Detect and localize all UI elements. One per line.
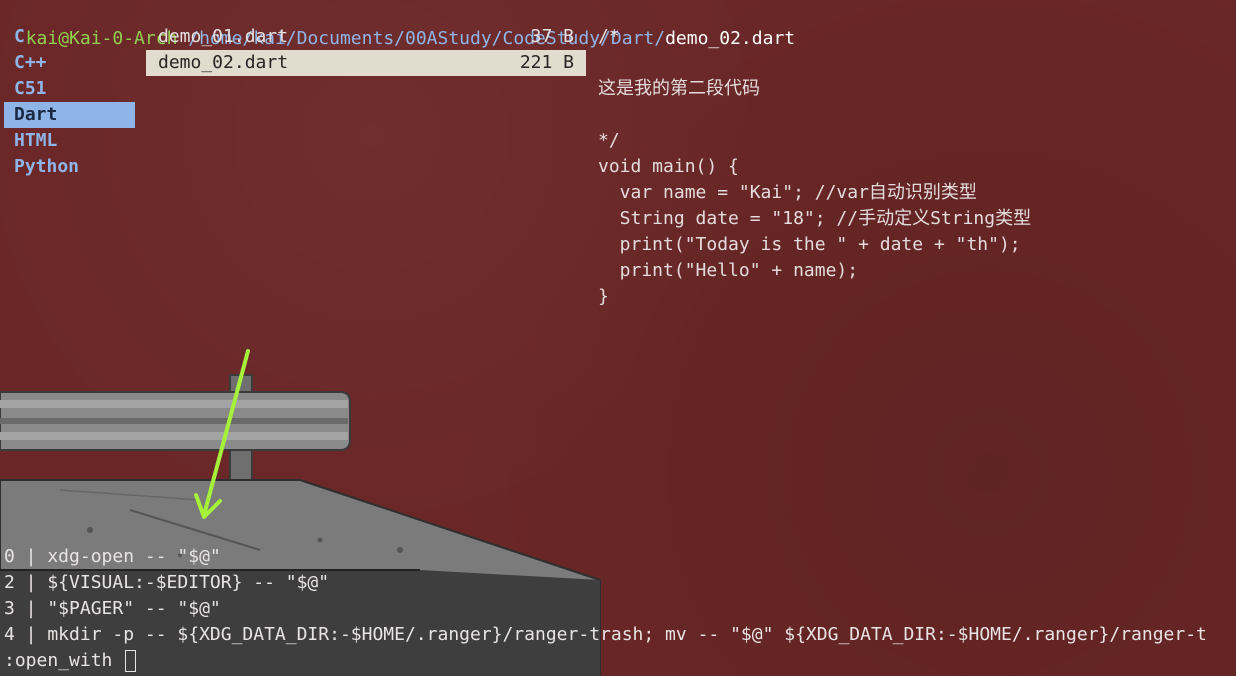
preview-line: print("Hello" + name);	[598, 260, 859, 281]
preview-line: String date = "18"; //手动定义String类型	[598, 208, 1032, 229]
folder-item-c51[interactable]: C51	[4, 76, 135, 102]
file-preview: /* 这是我的第二段代码 */ void main() { var name =…	[598, 24, 1031, 310]
folder-item-html[interactable]: HTML	[4, 128, 135, 154]
preview-line: print("Today is the " + date + "th");	[598, 234, 1021, 255]
command-prompt: :open_with	[4, 650, 124, 671]
file-item[interactable]: demo_01.dart 37 B	[146, 24, 586, 50]
open-with-list: 0 | xdg-open -- "$@" 2 | ${VISUAL:-$EDIT…	[4, 544, 1207, 674]
file-size: 37 B	[530, 26, 574, 47]
folder-column: C C++ C51 Dart HTML Python	[4, 24, 135, 180]
folder-item-python[interactable]: Python	[4, 154, 135, 180]
preview-line: */	[598, 130, 620, 151]
preview-line	[598, 102, 1031, 128]
folder-item-c[interactable]: C	[4, 24, 135, 50]
text-cursor	[125, 650, 137, 672]
folder-item-dart[interactable]: Dart	[4, 102, 135, 128]
file-name: demo_01.dart	[158, 26, 289, 47]
title-bar: kai@Kai-0-Arch /home/kai/Documents/00ASt…	[4, 0, 795, 49]
preview-line: /*	[598, 26, 620, 47]
file-size: 221 B	[519, 52, 574, 73]
preview-line: var name = "Kai"; //var自动识别类型	[598, 182, 977, 203]
file-name: demo_02.dart	[158, 52, 289, 73]
open-with-option[interactable]: 4 | mkdir -p -- ${XDG_DATA_DIR:-$HOME/.r…	[4, 622, 1207, 648]
folder-item-cpp[interactable]: C++	[4, 50, 135, 76]
command-line[interactable]: :open_with	[4, 648, 1207, 674]
annotation-arrow-icon	[194, 349, 250, 519]
file-item-selected[interactable]: demo_02.dart 221 B	[146, 50, 586, 76]
preview-line: void main() {	[598, 156, 739, 177]
open-with-option[interactable]: 3 | "$PAGER" -- "$@"	[4, 596, 1207, 622]
open-with-option[interactable]: 2 | ${VISUAL:-$EDITOR} -- "$@"	[4, 570, 1207, 596]
open-with-option[interactable]: 0 | xdg-open -- "$@"	[4, 544, 1207, 570]
preview-line: 这是我的第二段代码	[598, 78, 760, 99]
preview-line	[598, 50, 1031, 76]
file-column: demo_01.dart 37 B demo_02.dart 221 B	[146, 24, 586, 76]
preview-line: }	[598, 286, 609, 307]
